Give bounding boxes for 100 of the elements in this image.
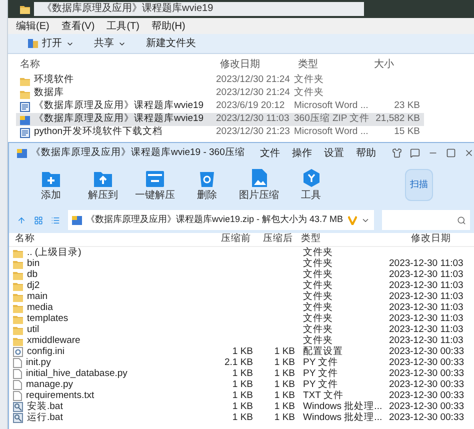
- tool-button[interactable]: 图片压缩: [233, 169, 285, 201]
- tool-button[interactable]: 工具: [285, 169, 337, 201]
- folder-minus-icon: [146, 170, 164, 186]
- file-date: 2023-12-30 11:03: [389, 280, 464, 291]
- column-header[interactable]: 类型: [294, 56, 374, 72]
- folder-icon: [13, 324, 23, 334]
- file-type: 文件夹: [302, 269, 334, 280]
- tool-button[interactable]: 解压到: [77, 170, 129, 200]
- path-bar[interactable]: 《数据库原理及应用》课程题库wvie19: [34, 2, 364, 16]
- menu-item[interactable]: 文件: [260, 146, 280, 160]
- file-type: TXT 文件: [302, 390, 344, 401]
- search-icon[interactable]: [457, 216, 466, 224]
- archive-row[interactable]: xmiddleware 文件夹 2023-12-30 11:03: [9, 335, 474, 346]
- menu-item[interactable]: 帮助: [356, 146, 376, 160]
- archive-row[interactable]: 运行.bat 1 KB 1 KB Windows 批处理... 2023-12-30 00:33: [9, 412, 474, 423]
- archive-row[interactable]: util 文件夹 2023-12-30 11:03: [9, 324, 474, 335]
- archive-row[interactable]: media 文件夹 2023-12-30 11:03: [9, 302, 474, 313]
- archive-row[interactable]: initial_hive_database.py 1 KB 1 KB PY 文件 2023-12-30 00:33: [9, 368, 474, 379]
- folder-upload-icon: [94, 170, 112, 186]
- scan-button[interactable]: 扫描: [405, 169, 433, 201]
- folder-icon: [20, 4, 30, 14]
- file-size: 15 KB: [393, 125, 420, 140]
- menu-item[interactable]: 操作: [292, 146, 312, 160]
- file-type: 文件夹: [302, 291, 334, 302]
- archive-row[interactable]: dj2 文件夹 2023-12-30 11:03: [9, 280, 474, 291]
- menu-item[interactable]: 工具(T): [106, 18, 140, 34]
- original-size: 1 KB: [231, 346, 254, 357]
- v-logo-icon: [348, 216, 357, 224]
- archive-icon: [17, 148, 27, 158]
- list-view-icon[interactable]: [51, 216, 60, 224]
- archive-row[interactable]: init.py 2.1 KB 1 KB PY 文件 2023-12-30 00:33: [9, 357, 474, 368]
- column-header[interactable]: 大小: [374, 56, 420, 72]
- file-type: PY 文件: [302, 357, 340, 368]
- gear-file-icon: [13, 346, 23, 356]
- tool-button[interactable]: 删除: [181, 170, 233, 200]
- original-size: 1 KB: [231, 401, 254, 412]
- toolbar-button[interactable]: 新建文件夹: [146, 36, 196, 51]
- compressed-size: 1 KB: [273, 368, 296, 379]
- search-field[interactable]: [382, 210, 470, 230]
- archive-row[interactable]: config.ini 1 KB 1 KB 配置设置 2023-12-30 00:33: [9, 346, 474, 357]
- file-date: 2023-12-30 11:03: [389, 324, 464, 335]
- toolbar-button[interactable]: 打开: [28, 36, 74, 51]
- folder-plus-icon: [42, 170, 60, 186]
- archive-row[interactable]: db 文件夹 2023-12-30 11:03: [9, 269, 474, 280]
- file-date: 2023/12/30 11:03: [216, 112, 290, 126]
- file-date: 2023/12/30 21:24: [216, 86, 291, 100]
- column-header[interactable]: 修改日期: [216, 56, 294, 72]
- maximize-icon[interactable]: [446, 148, 456, 158]
- file-row[interactable]: 环境软件 2023/12/30 21:24 文件夹: [16, 74, 424, 87]
- column-header[interactable]: 压缩后: [255, 232, 297, 247]
- archive-row[interactable]: 安装.bat 1 KB 1 KB Windows 批处理... 2023-12-30 00:33: [9, 401, 474, 412]
- file-row[interactable]: 《数据库原理及应用》课程题库wvie19 2023/12/30 11:03 360压缩 ZIP 文件 21,582 KB: [16, 113, 424, 126]
- file-type: 配置设置: [302, 346, 344, 357]
- file-date: 2023-12-30 00:33: [389, 390, 466, 401]
- file-date: 2023/6/19 20:12: [216, 99, 286, 114]
- file-name: config.ini: [27, 346, 64, 357]
- menu-item[interactable]: 设置: [324, 146, 344, 160]
- grid-view-icon[interactable]: [34, 216, 43, 224]
- file-type: Microsoft Word ...: [294, 125, 370, 140]
- column-header[interactable]: 压缩前: [207, 232, 255, 247]
- file-name: .. (上级目录): [27, 247, 82, 258]
- archive-row[interactable]: main 文件夹 2023-12-30 11:03: [9, 291, 474, 302]
- file-type: 文件夹: [302, 324, 334, 335]
- file-type: 文件夹: [302, 313, 334, 324]
- file-type: Microsoft Word ...: [294, 99, 370, 113]
- file-row[interactable]: python开发环境软件下载文档 2023/12/30 21:23 Microsoft Word ... 15 KB: [16, 126, 424, 139]
- toolbar-button[interactable]: 共享: [94, 36, 126, 51]
- menu-item[interactable]: 帮助(H): [151, 18, 186, 34]
- archive-row[interactable]: manage.py 1 KB 1 KB PY 文件 2023-12-30 00:33: [9, 379, 474, 390]
- file-name: main: [27, 291, 48, 302]
- tool-button[interactable]: 添加: [25, 170, 77, 200]
- column-header[interactable]: 名称: [16, 56, 216, 72]
- file-type: 文件夹: [294, 73, 325, 87]
- file-date: 2023/12/30 21:23: [216, 125, 291, 140]
- menu-item[interactable]: 查看(V): [61, 18, 95, 34]
- file-date: 2023-12-30 11:03: [389, 313, 464, 324]
- column-header[interactable]: 修改日期: [387, 232, 471, 247]
- close-icon[interactable]: [464, 148, 474, 158]
- archive-row[interactable]: bin 文件夹 2023-12-30 11:03: [9, 258, 474, 269]
- column-header[interactable]: 名称: [11, 232, 207, 247]
- file-type: Windows 批处理...: [302, 401, 384, 412]
- archive-row[interactable]: requirements.txt 1 KB 1 KB TXT 文件 2023-12-30 00:33: [9, 390, 474, 401]
- original-size: 2.1 KB: [223, 357, 254, 368]
- file-name: manage.py: [26, 379, 74, 390]
- file-row[interactable]: 《数据库原理及应用》课程题库wvie19 2023/6/19 20:12 Microsoft Word ... 23 KB: [16, 100, 424, 113]
- archive-row[interactable]: templates 文件夹 2023-12-30 11:03: [9, 313, 474, 324]
- up-icon[interactable]: [17, 216, 26, 224]
- file-date: 2023-12-30 11:03: [389, 335, 464, 346]
- skin-icon[interactable]: [392, 148, 402, 158]
- column-header[interactable]: 类型: [297, 232, 387, 247]
- address-bar[interactable]: 《数据库原理及应用》课程题库wvie19.zip - 解包大小为 43.7 MB: [68, 210, 374, 230]
- file-row[interactable]: 数据库 2023/12/30 21:24 文件夹: [16, 87, 424, 100]
- folder-icon: [20, 76, 30, 86]
- folder-icon: [13, 258, 23, 268]
- archive-row[interactable]: .. (上级目录) 文件夹: [9, 247, 474, 258]
- tool-button[interactable]: 一键解压: [129, 170, 181, 200]
- menu-item[interactable]: 编辑(E): [16, 18, 50, 34]
- compressed-size: 1 KB: [273, 357, 296, 368]
- feedback-icon[interactable]: [410, 148, 420, 158]
- file-name: templates: [27, 313, 68, 324]
